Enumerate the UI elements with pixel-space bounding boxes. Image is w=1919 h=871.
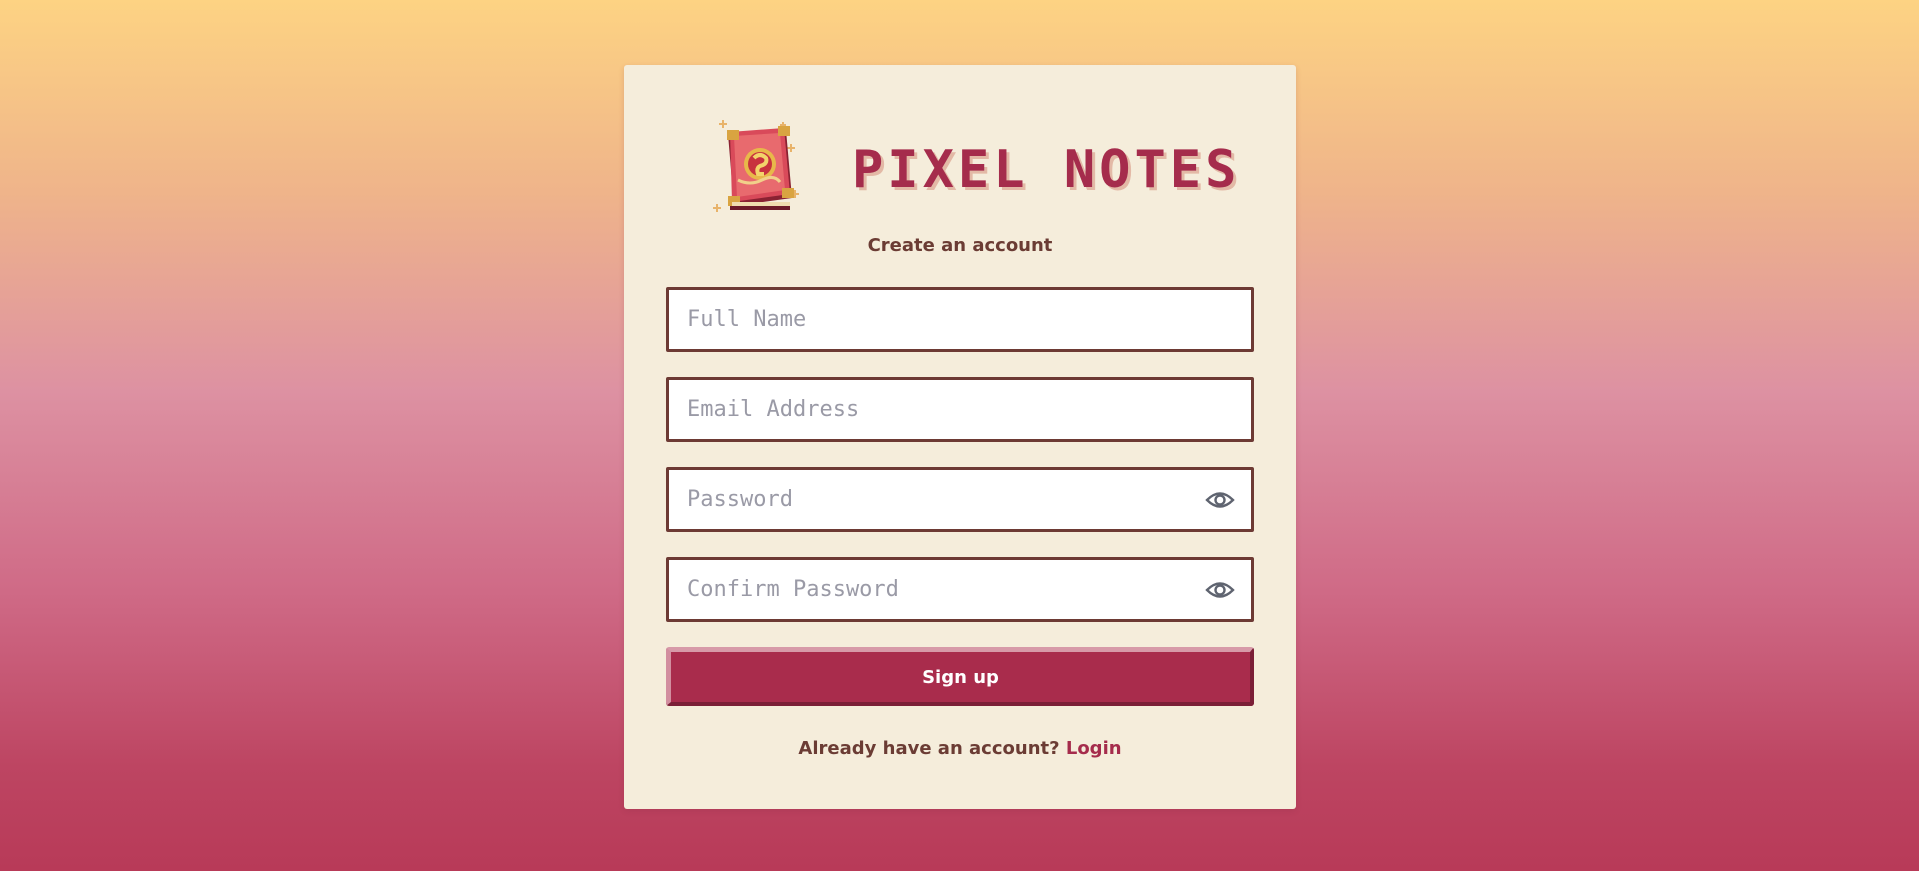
spellbook-icon: [713, 120, 799, 212]
login-link[interactable]: Login: [1066, 738, 1122, 759]
page-subtitle: Create an account: [867, 235, 1053, 256]
brand-header: PIXEL NOTES: [710, 120, 1236, 220]
confirm-password-input[interactable]: [687, 560, 1167, 619]
eye-icon[interactable]: [1205, 578, 1235, 602]
signup-card: PIXEL NOTES Create an account Sign up Al…: [624, 65, 1296, 809]
email-field[interactable]: [666, 377, 1254, 442]
app-title: PIXEL NOTES: [852, 140, 1241, 200]
full-name-input[interactable]: [687, 290, 1167, 349]
full-name-field[interactable]: [666, 287, 1254, 352]
login-prompt-text: Already have an account?: [798, 738, 1060, 759]
password-field[interactable]: [666, 467, 1254, 532]
login-prompt: Already have an account? Login: [624, 738, 1296, 759]
email-input[interactable]: [687, 380, 1167, 439]
sign-up-button[interactable]: Sign up: [666, 647, 1254, 706]
eye-icon[interactable]: [1205, 488, 1235, 512]
password-input[interactable]: [687, 470, 1167, 529]
confirm-password-field[interactable]: [666, 557, 1254, 622]
